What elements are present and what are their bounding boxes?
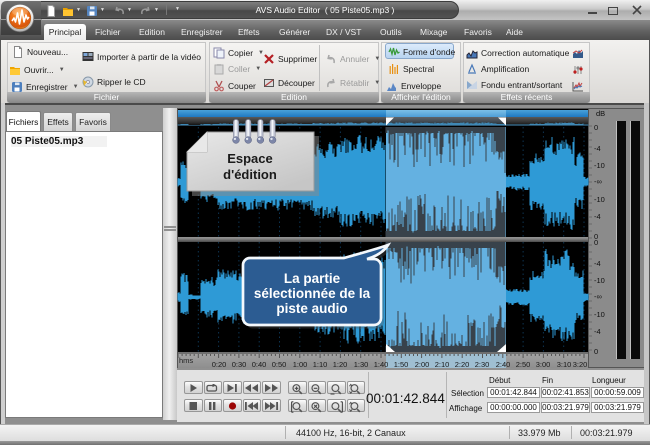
svg-text:La partie: La partie	[284, 271, 341, 286]
svg-text:sélectionnée de la: sélectionnée de la	[254, 286, 371, 301]
svg-text:piste audio: piste audio	[276, 301, 347, 316]
